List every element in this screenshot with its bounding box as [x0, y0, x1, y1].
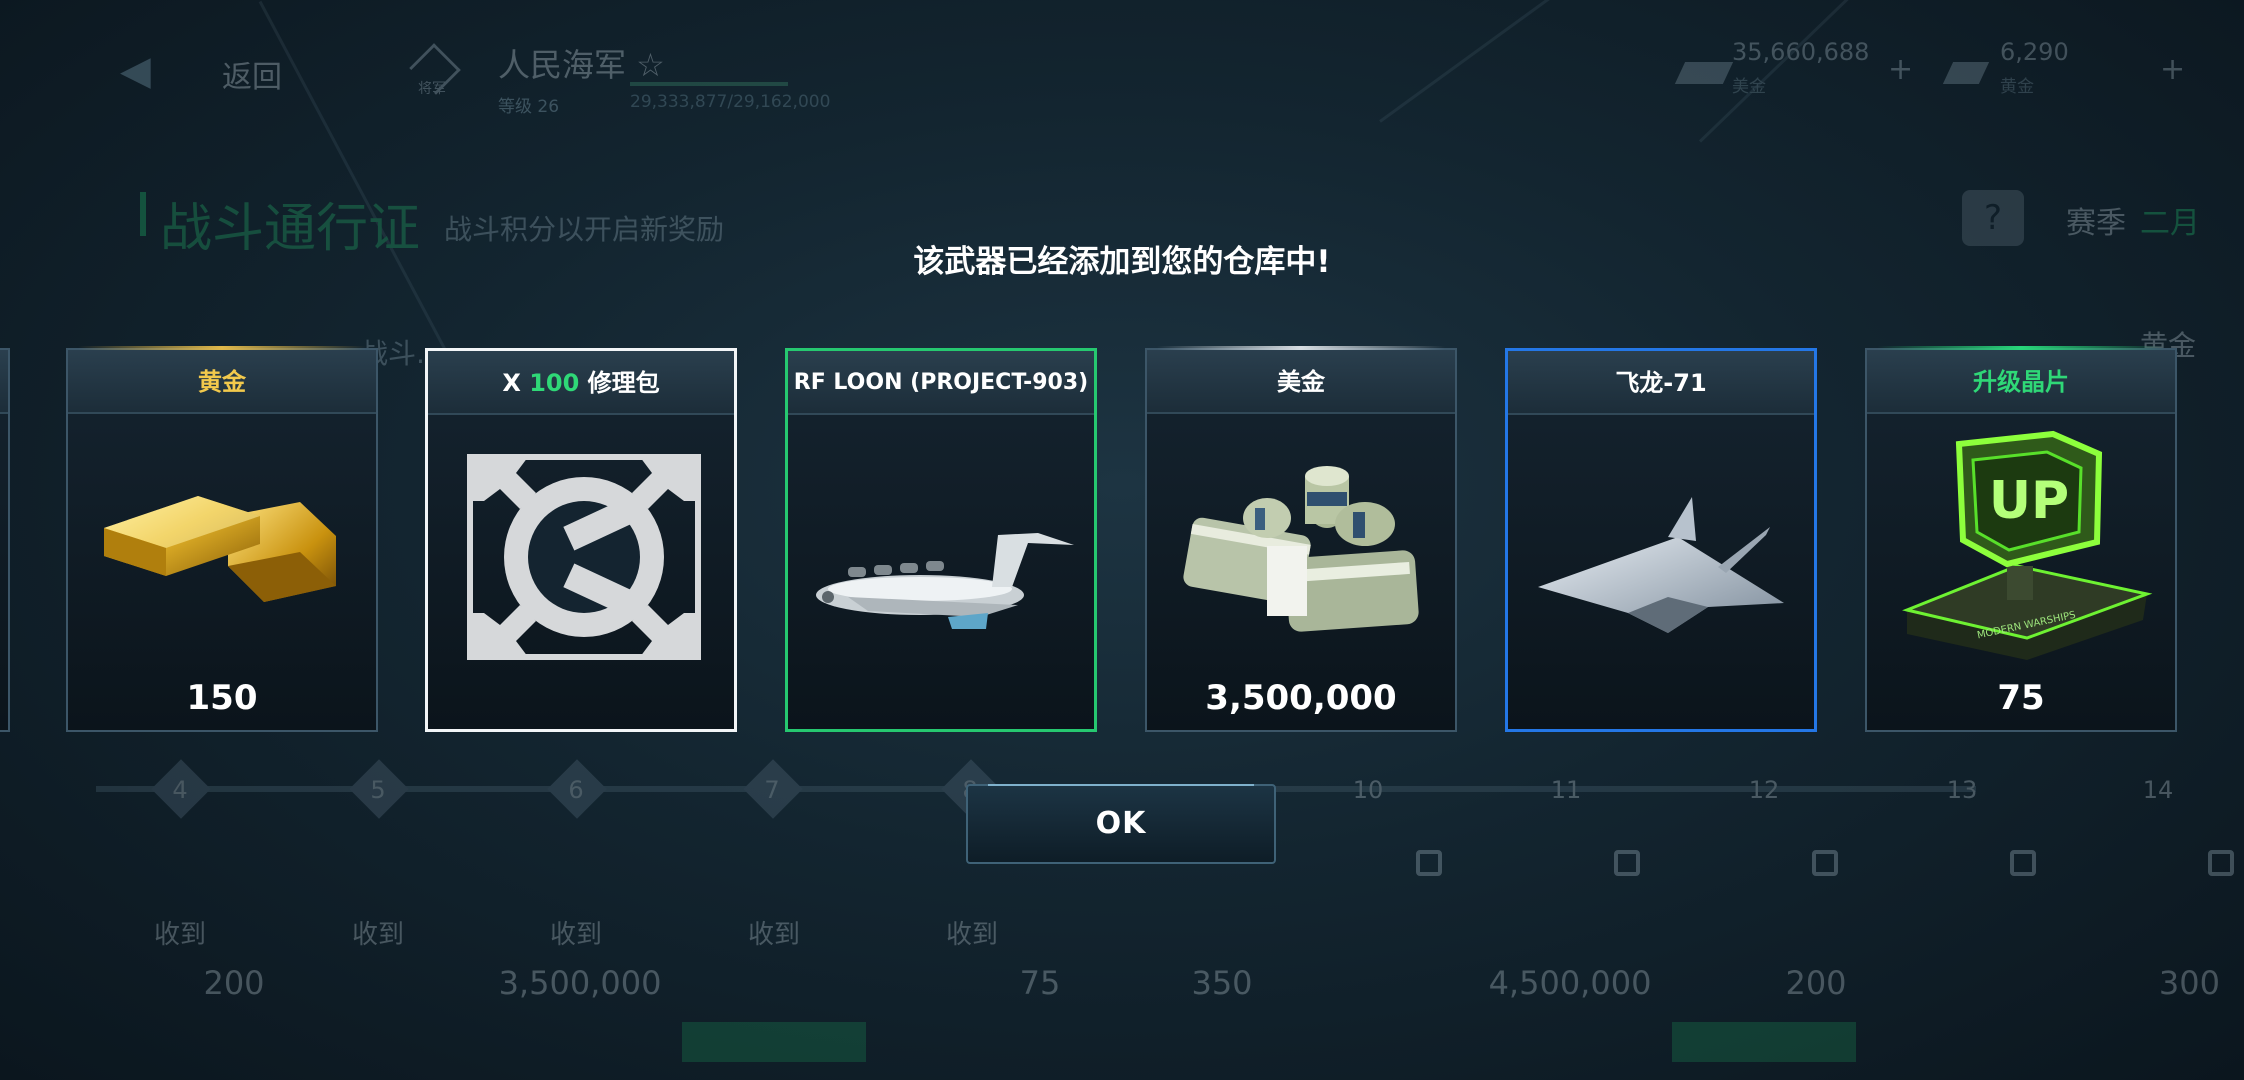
reward-card-body — [788, 417, 1094, 733]
lock-icon — [2208, 850, 2234, 876]
track-reward-value: 3,500,000 — [498, 964, 662, 1002]
add-gold-button[interactable]: + — [2160, 52, 2185, 87]
track-node-label: 14 — [2142, 776, 2174, 804]
track-node-label: 11 — [1550, 776, 1582, 804]
collect-label: 收到 — [945, 920, 998, 950]
usd-label: 美金 — [1732, 77, 1766, 97]
gold-bars-icon — [104, 496, 336, 602]
track-node-label: 10 — [1352, 776, 1384, 804]
collect-label: 收到 — [153, 920, 206, 950]
claim-button[interactable] — [682, 1022, 866, 1062]
reward-card-title: RF LOON (PROJECT-903) — [788, 351, 1094, 415]
reward-card-feilong-71[interactable]: 飞龙-71 — [1505, 348, 1817, 732]
ok-button[interactable]: OK — [966, 784, 1276, 864]
back-arrow-icon[interactable]: ◀ — [120, 48, 151, 94]
chip-text: UP — [1989, 471, 2069, 531]
claim-button[interactable] — [1672, 1022, 1856, 1062]
title-prefix: X — [502, 369, 530, 397]
gold-amount: 6,290 — [2000, 38, 2069, 66]
reward-card-partial — [0, 348, 10, 732]
reward-quantity: 3,500,000 — [1205, 678, 1397, 718]
reward-quantity: 150 — [186, 678, 258, 718]
xp-bar — [630, 82, 788, 86]
track-reward-value: 350 — [1191, 964, 1253, 1002]
lock-icon — [1812, 850, 1838, 876]
reward-card-usd[interactable]: 美金 3,500,000 — [1145, 346, 1457, 732]
track-reward-value: 200 — [203, 964, 265, 1002]
back-button[interactable]: 返回 — [222, 52, 282, 96]
reward-card-title: 飞龙-71 — [1508, 351, 1814, 415]
lock-icon — [1416, 850, 1442, 876]
track-reward-value: 200 — [1785, 964, 1847, 1002]
track-node-label: 12 — [1748, 776, 1780, 804]
reward-card-repair-kit[interactable]: X 100 修理包 — [425, 348, 737, 732]
reward-quantity: 75 — [1997, 678, 2045, 718]
track-node-label: 7 — [764, 776, 780, 804]
game-screen: ◀ 返回 将军 人民海军 ☆ 等级 26 29,333,877/29,162,0… — [0, 0, 2244, 1080]
track-node-label: 5 — [370, 776, 386, 804]
rank-caption: 将军 — [418, 81, 446, 97]
gold-label: 黄金 — [2000, 77, 2034, 97]
track-node-label: 4 — [172, 776, 188, 804]
title-suffix: 修理包 — [579, 369, 660, 397]
usd-amount: 35,660,688 — [1732, 38, 1870, 66]
collect-label: 收到 — [549, 920, 602, 950]
lock-icon — [1614, 850, 1640, 876]
battle-pass-accent — [140, 192, 146, 236]
collect-label: 收到 — [747, 920, 800, 950]
xp-progress: 29,333,877/29,162,000 — [630, 92, 831, 112]
stealth-drone-icon — [1538, 497, 1784, 633]
repair-kit-icon — [467, 454, 701, 660]
track-reward-value: 4,500,000 — [1488, 964, 1652, 1002]
ekranoplan-icon — [816, 533, 1074, 629]
player-nation: 人民海军 ☆ — [498, 46, 665, 84]
reward-card-header — [0, 350, 8, 414]
add-usd-button[interactable]: + — [1888, 52, 1913, 87]
reward-card-rf-loon[interactable]: RF LOON (PROJECT-903) — [785, 348, 1097, 732]
lock-icon — [2010, 850, 2036, 876]
reward-card-title: 黄金 — [68, 350, 376, 414]
cash-icon — [1674, 62, 1734, 84]
reward-card-title: 升级晶片 — [1867, 350, 2175, 414]
gold-icon — [1942, 62, 1990, 84]
title-count: 100 — [529, 369, 580, 397]
reward-card-upgrade-chip[interactable]: 升级晶片 UP MODERN WARSHIPS 75 — [1865, 346, 2177, 732]
top-bar: ◀ 返回 将军 人民海军 ☆ 等级 26 29,333,877/29,162,0… — [0, 0, 2244, 130]
reward-card-body — [1508, 417, 1814, 733]
track-reward-value: 300 — [2158, 964, 2220, 1002]
reward-card-title: 美金 — [1147, 350, 1455, 414]
track-node-label: 6 — [568, 776, 584, 804]
upgrade-chip-icon: UP MODERN WARSHIPS — [1902, 430, 2153, 660]
player-level: 等级 26 — [498, 97, 560, 117]
cash-bundle-icon — [1183, 466, 1419, 632]
track-node-label: 13 — [1946, 776, 1978, 804]
reward-card-gold[interactable]: 黄金 150 — [66, 346, 378, 732]
reward-card-body — [428, 417, 734, 733]
collect-label: 收到 — [351, 920, 404, 950]
dialog-title: 该武器已经添加到您的仓库中! — [913, 244, 1331, 280]
reward-card-title: X 100 修理包 — [428, 351, 734, 415]
